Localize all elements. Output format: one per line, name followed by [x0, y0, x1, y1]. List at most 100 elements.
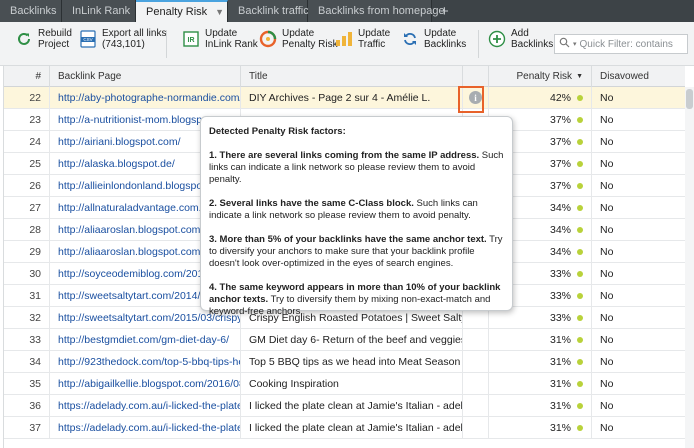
- penalty-risk-cell: 42%: [489, 87, 592, 108]
- disavowed-cell[interactable]: No: [592, 263, 685, 284]
- quick-filter[interactable]: ▾: [554, 34, 688, 54]
- quick-filter-input[interactable]: [579, 38, 683, 50]
- refresh-icon: [14, 29, 34, 49]
- disavowed-cell[interactable]: No: [592, 87, 685, 108]
- page-title-cell: DIY Archives - Page 2 sur 4 - Amélie L.: [241, 87, 463, 108]
- disavowed-cell[interactable]: No: [592, 197, 685, 218]
- sort-desc-icon: ▼: [576, 73, 583, 80]
- vertical-scrollbar[interactable]: [685, 87, 694, 448]
- table-row[interactable]: 35 http://abigailkellie.blogspot.com/2016…: [4, 373, 685, 395]
- rebuild-project-button[interactable]: Rebuild Project: [14, 28, 72, 50]
- penalty-risk-icon: [258, 29, 278, 49]
- row-number: 31: [4, 285, 50, 306]
- add-backlinks-button[interactable]: Add Backlinks: [487, 28, 553, 50]
- tooltip-factors: 1. There are several links coming from t…: [209, 150, 504, 318]
- row-number: 23: [4, 109, 50, 130]
- penalty-risk-value: 33%: [549, 289, 571, 302]
- page-title-cell: Cooking Inspiration: [241, 373, 463, 394]
- search-dropdown-icon[interactable]: ▾: [573, 40, 577, 48]
- row-number: 34: [4, 351, 50, 372]
- row-number: 33: [4, 329, 50, 350]
- penalty-risk-header-label: Penalty Risk: [516, 71, 573, 82]
- export-label: Export all links (743,101): [102, 28, 167, 50]
- row-number: 30: [4, 263, 50, 284]
- row-number: 26: [4, 175, 50, 196]
- search-icon[interactable]: [559, 37, 570, 51]
- disavowed-cell[interactable]: No: [592, 175, 685, 196]
- backlink-page-link[interactable]: https://adelady.com.au/i-licked-the-plat…: [50, 395, 241, 416]
- risk-dot-icon: [577, 138, 583, 145]
- disavowed-cell[interactable]: No: [592, 131, 685, 152]
- row-number: 37: [4, 417, 50, 438]
- penalty-risk-value: 31%: [549, 399, 571, 412]
- penalty-risk-cell: 31%: [489, 351, 592, 372]
- penalty-risk-value: 31%: [549, 355, 571, 368]
- penalty-risk-value: 34%: [549, 223, 571, 236]
- risk-dot-icon: [577, 380, 583, 387]
- backlink-page-link[interactable]: http://923thedock.com/top-5-bbq-tips-he.…: [50, 351, 241, 372]
- penalty-risk-cell: 31%: [489, 329, 592, 350]
- backlink-page-link[interactable]: http://abigailkellie.blogspot.com/2016/0…: [50, 373, 241, 394]
- column-header-info: [463, 66, 489, 87]
- highlight-frame: [458, 86, 484, 113]
- column-header-title[interactable]: Title: [241, 66, 463, 87]
- export-links-button[interactable]: CSV Export all links (743,101): [78, 28, 166, 50]
- penalty-risk-value: 37%: [549, 179, 571, 192]
- tab-backlink-traffic[interactable]: Backlink traffic: [228, 0, 309, 22]
- disavowed-cell[interactable]: No: [592, 153, 685, 174]
- disavowed-cell[interactable]: No: [592, 109, 685, 130]
- inlink-rank-icon: IR: [181, 29, 201, 49]
- tab-inlink-rank[interactable]: InLink Rank: [62, 0, 136, 22]
- update-traffic-label: Update Traffic: [358, 28, 391, 50]
- factor-heading: 3. More than 5% of your backlinks have t…: [209, 234, 487, 245]
- table-row[interactable]: 22 http://aby-photographe-normandie.com/d…: [4, 87, 685, 109]
- tab-backlinks[interactable]: Backlinks: [0, 0, 62, 22]
- column-header-num[interactable]: #: [4, 66, 50, 87]
- update-traffic-button[interactable]: Update Traffic: [334, 28, 390, 50]
- backlink-page-link[interactable]: http://aby-photographe-normandie.com/d..…: [50, 87, 241, 108]
- backlink-page-link[interactable]: https://adelady.com.au/i-licked-the-plat…: [50, 417, 241, 438]
- table-row[interactable]: 34 http://923thedock.com/top-5-bbq-tips-h…: [4, 351, 685, 373]
- row-number: 22: [4, 87, 50, 108]
- update-penalty-risk-button[interactable]: Update Penalty Risk: [258, 28, 338, 50]
- info-cell: [463, 329, 489, 350]
- column-header-disavowed[interactable]: Disavowed: [592, 66, 685, 87]
- disavowed-cell[interactable]: No: [592, 395, 685, 416]
- penalty-risk-value: 34%: [549, 245, 571, 258]
- column-header-penalty-risk[interactable]: Penalty Risk ▼: [489, 66, 592, 87]
- add-backlinks-label: Add Backlinks: [511, 28, 554, 50]
- penalty-risk-value: 37%: [549, 113, 571, 126]
- update-inlink-label: Update InLink Rank: [205, 28, 258, 50]
- table-row[interactable]: 36 https://adelady.com.au/i-licked-the-pl…: [4, 395, 685, 417]
- disavowed-cell[interactable]: No: [592, 241, 685, 262]
- tooltip-factor: 4. The same keyword appears in more than…: [209, 282, 504, 318]
- penalty-risk-value: 31%: [549, 421, 571, 434]
- row-number: 35: [4, 373, 50, 394]
- update-backlinks-button[interactable]: Update Backlinks: [400, 28, 466, 50]
- tab-bar: Backlinks InLink Rank Penalty Risk ▼ Bac…: [0, 0, 694, 22]
- row-number: 25: [4, 153, 50, 174]
- disavowed-cell[interactable]: No: [592, 307, 685, 328]
- disavowed-cell[interactable]: No: [592, 219, 685, 240]
- column-header-backlink-page[interactable]: Backlink Page: [50, 66, 241, 87]
- tab-backlinks-from-homepage[interactable]: Backlinks from homepage: [308, 0, 445, 22]
- table-row[interactable]: 33 http://bestgmdiet.com/gm-diet-day-6/GM…: [4, 329, 685, 351]
- toolbar-divider: [166, 30, 167, 58]
- backlink-page-link[interactable]: http://bestgmdiet.com/gm-diet-day-6/: [50, 329, 241, 350]
- update-inlink-rank-button[interactable]: IR Update InLink Rank: [181, 28, 258, 50]
- disavowed-cell[interactable]: No: [592, 285, 685, 306]
- disavowed-cell[interactable]: No: [592, 417, 685, 438]
- info-cell: [463, 417, 489, 438]
- tab-penalty-risk[interactable]: Penalty Risk ▼: [136, 0, 228, 22]
- disavowed-cell[interactable]: No: [592, 351, 685, 372]
- scrollbar-thumb[interactable]: [686, 89, 693, 109]
- add-tab-button[interactable]: +: [432, 0, 457, 22]
- disavowed-cell[interactable]: No: [592, 329, 685, 350]
- chevron-down-icon[interactable]: ▼: [215, 7, 224, 17]
- table-row[interactable]: 37 https://adelady.com.au/i-licked-the-pl…: [4, 417, 685, 439]
- disavowed-cell[interactable]: No: [592, 373, 685, 394]
- penalty-risk-value: 34%: [549, 201, 571, 214]
- tooltip-factor: 2. Several links have the same C-Class b…: [209, 198, 504, 222]
- penalty-risk-tooltip: Detected Penalty Risk factors: 1. There …: [200, 116, 513, 317]
- toolbar: Rebuild Project CSV Export all links (74…: [0, 22, 694, 66]
